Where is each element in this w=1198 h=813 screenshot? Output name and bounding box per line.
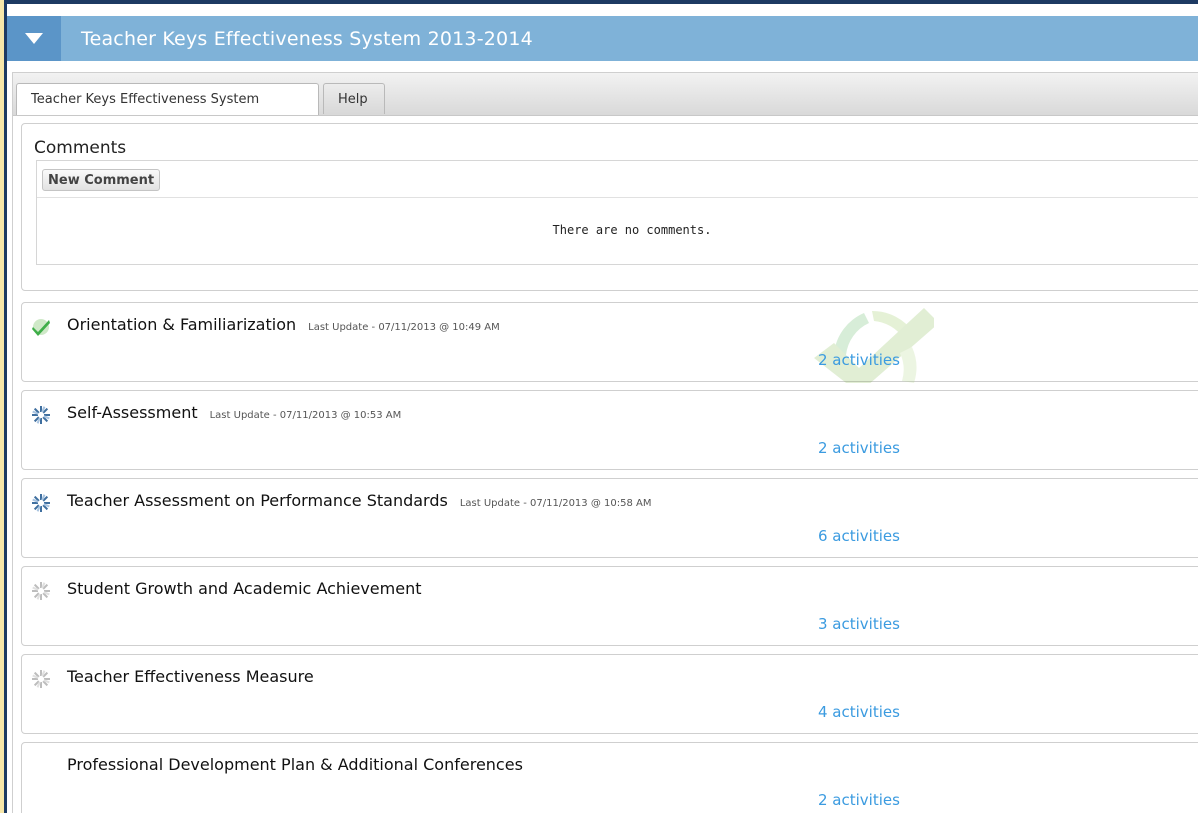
comments-panel: Comments New Comment There are no commen… (21, 123, 1198, 291)
tab-bar: Teacher Keys Effectiveness System Help (13, 73, 1198, 116)
in-progress-icon (32, 494, 50, 512)
complete-check-icon (32, 319, 50, 336)
check-watermark-icon (814, 308, 934, 383)
phase-professional-development[interactable]: Professional Development Plan & Addition… (21, 742, 1198, 813)
phase-title: Teacher Effectiveness Measure (67, 667, 314, 686)
phase-student-growth[interactable]: Student Growth and Academic Achievement … (21, 566, 1198, 646)
collapse-toggle-button[interactable] (7, 16, 61, 61)
phase-performance-standards[interactable]: Teacher Assessment on Performance Standa… (21, 478, 1198, 558)
comments-heading: Comments (34, 138, 127, 158)
phase-last-update: Last Update - 07/11/2013 @ 10:58 AM (459, 498, 652, 509)
page-title: Teacher Keys Effectiveness System 2013-2… (81, 27, 533, 50)
phase-header: Teacher Assessment on Performance Standa… (67, 491, 651, 510)
new-comment-button[interactable]: New Comment (42, 169, 161, 191)
comments-toolbar: New Comment (37, 161, 1198, 198)
triangle-down-icon (25, 33, 43, 44)
phase-header: Self-Assessment Last Update - 07/11/2013… (67, 403, 401, 422)
main-area: Teacher Keys Effectiveness System 2013-2… (7, 4, 1198, 813)
header-banner: Teacher Keys Effectiveness System 2013-2… (7, 16, 1198, 61)
phase-self-assessment[interactable]: Self-Assessment Last Update - 07/11/2013… (21, 390, 1198, 470)
phase-orientation[interactable]: Orientation & Familiarization Last Updat… (21, 302, 1198, 383)
tab-teacher-keys[interactable]: Teacher Keys Effectiveness System (16, 83, 319, 115)
phase-activities-link[interactable]: 2 activities (818, 439, 900, 457)
phase-activities-link[interactable]: 3 activities (818, 615, 900, 633)
phase-activities-link[interactable]: 2 activities (818, 351, 900, 369)
phase-title: Self-Assessment (67, 403, 198, 422)
not-started-icon (32, 582, 50, 600)
phase-last-update: Last Update - 07/11/2013 @ 10:53 AM (209, 410, 402, 421)
comments-box: New Comment There are no comments. (36, 160, 1198, 265)
phase-effectiveness-measure[interactable]: Teacher Effectiveness Measure 4 activiti… (21, 654, 1198, 734)
not-started-icon (32, 670, 50, 688)
phase-header: Student Growth and Academic Achievement (67, 579, 421, 598)
phase-activities-link[interactable]: 4 activities (818, 703, 900, 721)
tab-help[interactable]: Help (323, 83, 385, 114)
phase-activities-link[interactable]: 2 activities (818, 791, 900, 809)
phase-title: Teacher Assessment on Performance Standa… (67, 491, 448, 510)
content-area: Teacher Keys Effectiveness System Help C… (12, 72, 1198, 813)
phase-header: Orientation & Familiarization Last Updat… (67, 315, 500, 334)
phase-last-update: Last Update - 07/11/2013 @ 10:49 AM (308, 322, 500, 333)
in-progress-icon (32, 406, 50, 424)
phase-title: Student Growth and Academic Achievement (67, 579, 422, 598)
phase-title: Professional Development Plan & Addition… (67, 755, 523, 774)
phase-activities-link[interactable]: 6 activities (818, 527, 900, 545)
phase-header: Professional Development Plan & Addition… (67, 755, 523, 774)
phase-title: Orientation & Familiarization (67, 315, 297, 334)
no-comments-message: There are no comments. (552, 223, 712, 237)
phase-header: Teacher Effectiveness Measure (67, 667, 314, 686)
